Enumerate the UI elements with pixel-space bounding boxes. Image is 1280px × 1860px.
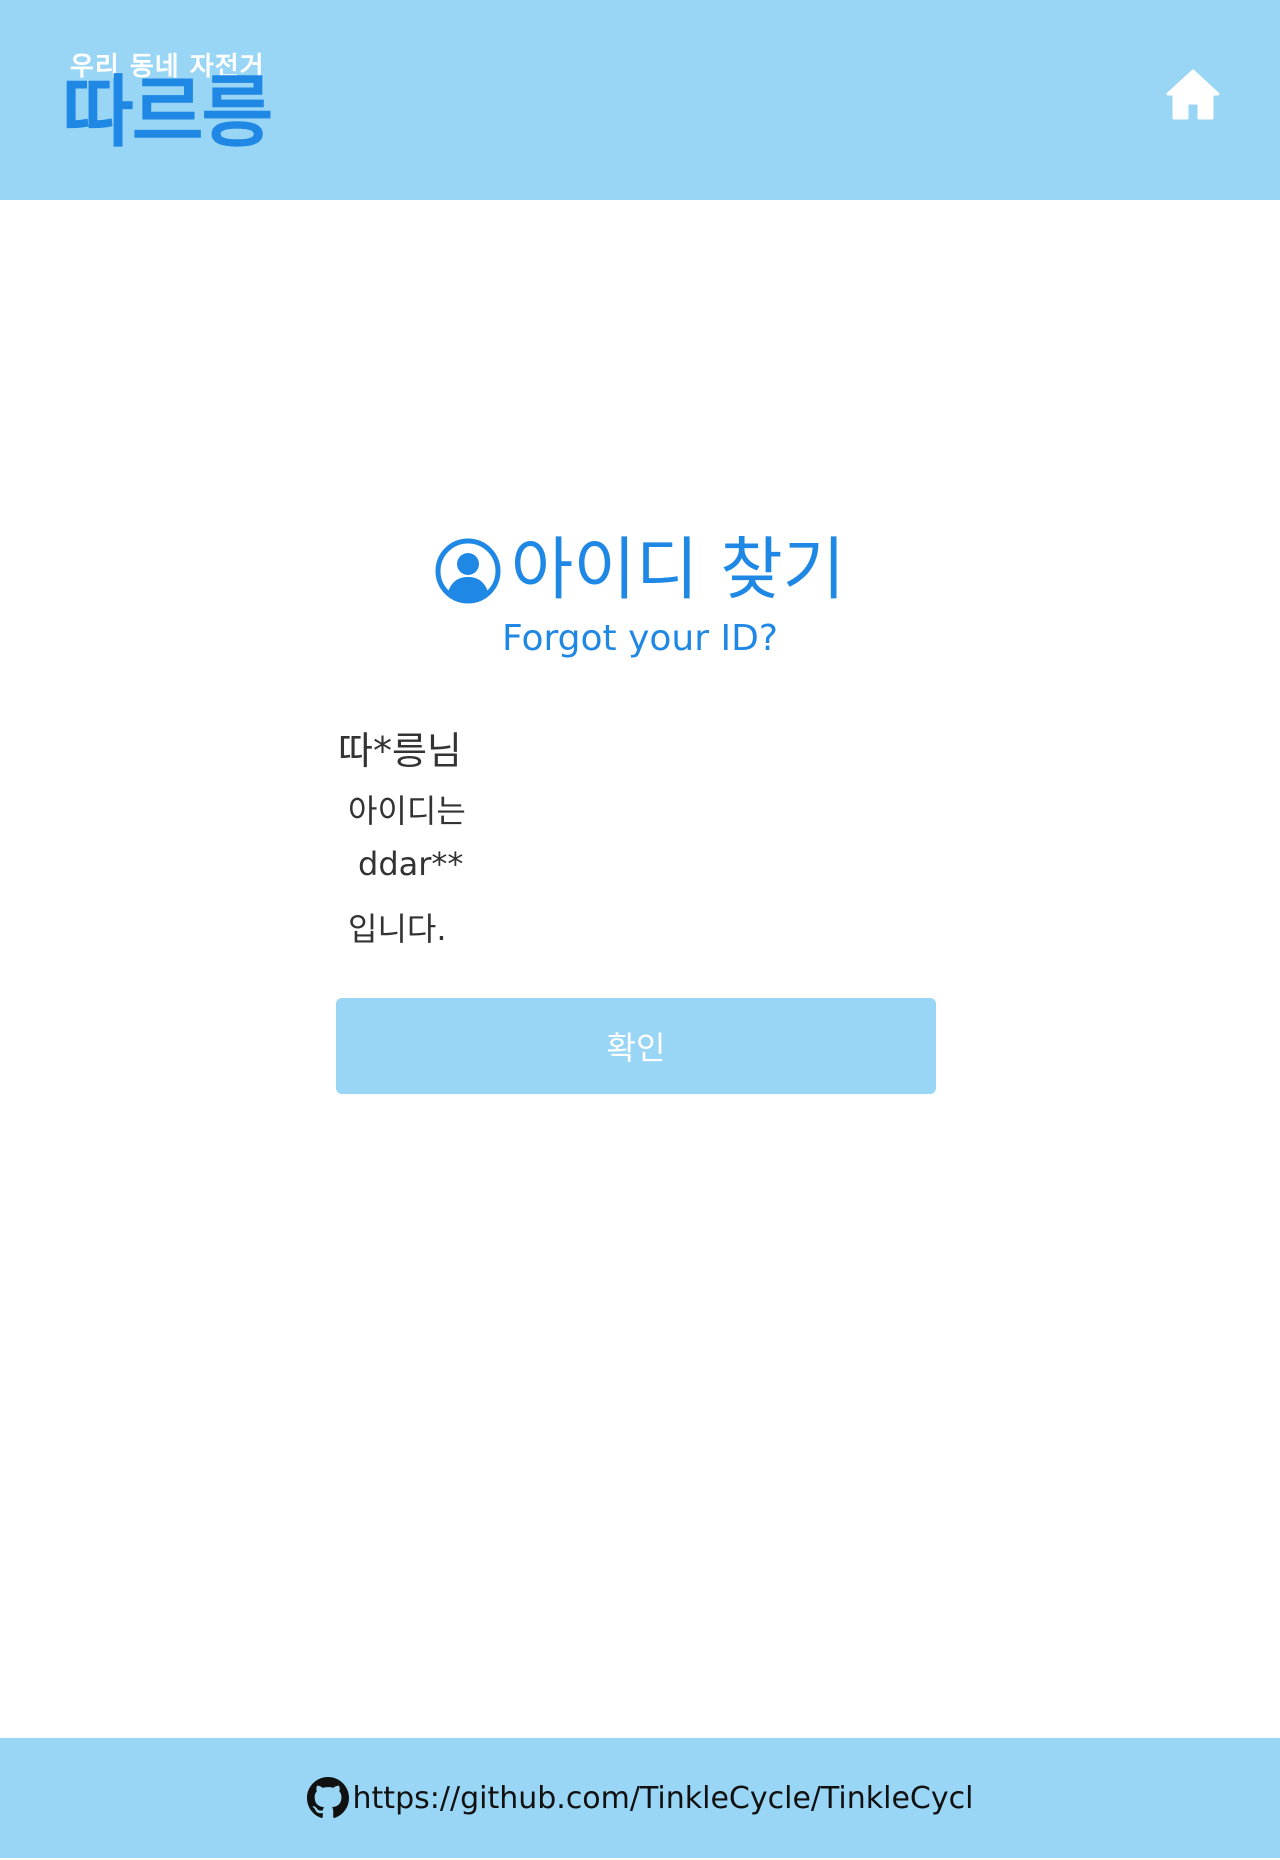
github-icon — [306, 1777, 349, 1818]
result-line-intro: 아이디는 — [348, 792, 466, 830]
home-icon — [1166, 69, 1220, 120]
user-circle-icon — [435, 538, 501, 604]
result-id-value: ddar** — [358, 845, 464, 883]
page-title: 아이디 찾기 — [510, 531, 846, 610]
github-url: https://github.com/TinkleCycle/TinkleCyc… — [352, 1780, 974, 1816]
logo-title: 따르릉 — [62, 68, 273, 158]
confirm-button[interactable]: 확인 — [336, 998, 936, 1094]
home-button[interactable] — [1164, 66, 1222, 124]
logo[interactable]: 우리 동네 자전거 따르릉 — [62, 40, 282, 170]
main-content: 아이디 찾기 Forgot your ID? 따*릉님 아이디는 ddar** … — [0, 200, 1280, 1738]
header: 우리 동네 자전거 따르릉 — [0, 0, 1280, 200]
page-subtitle: Forgot your ID? — [502, 618, 778, 659]
footer: https://github.com/TinkleCycle/TinkleCyc… — [0, 1738, 1280, 1858]
result-user-name: 따*릉님 — [338, 729, 462, 773]
result-line-end: 입니다. — [348, 910, 447, 948]
page-title-row: 아이디 찾기 — [0, 526, 1280, 616]
github-link[interactable]: https://github.com/TinkleCycle/TinkleCyc… — [306, 1777, 974, 1819]
